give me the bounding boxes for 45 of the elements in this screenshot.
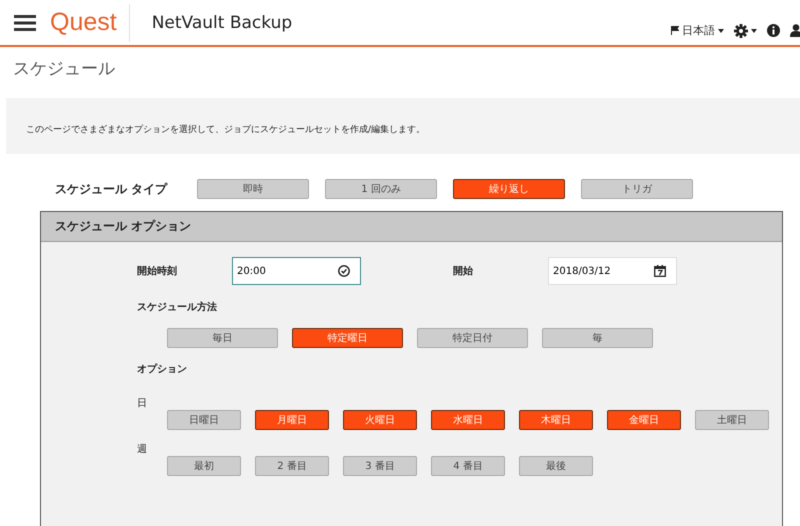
schedule-type-button[interactable]: 繰り返し [453,179,565,199]
method-button[interactable]: 毎日 [167,328,278,348]
start-time-label: 開始時刻 [137,264,178,278]
week-button[interactable]: 最初 [167,456,241,476]
day-button[interactable]: 火曜日 [343,410,417,430]
week-button[interactable]: 3 番目 [343,456,417,476]
language-menu[interactable]: 日本語 [671,23,724,38]
product-name: NetVault Backup [152,12,292,32]
logo[interactable]: Quest [50,10,117,35]
settings-button[interactable] [734,24,757,38]
week-button[interactable]: 最後 [519,456,593,476]
day-button[interactable]: 水曜日 [431,410,505,430]
schedule-method-label: スケジュール方法 [137,300,218,314]
info-icon[interactable] [767,24,780,37]
description-text: このページでさまざまなオプションを選択して、ジョブにスケジュールセットを作成/編集します。 [26,123,426,136]
page-title: スケジュール [13,58,116,81]
start-date-label: 開始 [453,264,474,278]
week-button[interactable]: 4 番目 [431,456,505,476]
caret-icon [718,28,724,32]
schedule-type-button[interactable]: 1 回のみ [325,179,437,199]
schedule-type-label: スケジュール タイプ [55,180,168,198]
day-button[interactable]: 月曜日 [255,410,329,430]
panel-title: スケジュール オプション [55,218,192,235]
week-button[interactable]: 2 番目 [255,456,329,476]
menu-icon[interactable] [14,14,36,30]
day-button[interactable]: 金曜日 [607,410,681,430]
day-button[interactable]: 土曜日 [695,410,769,430]
day-label: 日 [137,397,148,410]
flag-icon [671,26,679,35]
options-label: オプション [137,362,188,376]
time-field[interactable]: 20:00 [232,257,361,285]
method-button[interactable]: 毎 [542,328,653,348]
date-field[interactable]: 2018/03/12 [548,257,677,285]
calendar-icon [654,265,666,277]
clock-icon [338,265,350,277]
day-button[interactable]: 木曜日 [519,410,593,430]
day-button[interactable]: 日曜日 [167,410,241,430]
week-label: 週 [137,443,148,456]
schedule-type-button[interactable]: トリガ [581,179,693,199]
settings-icon [734,24,748,38]
method-button[interactable]: 特定日付 [417,328,528,348]
schedule-type-button[interactable]: 即時 [197,179,309,199]
method-button[interactable]: 特定曜日 [292,328,403,348]
caret-icon [751,28,757,32]
user-icon[interactable] [790,24,800,37]
